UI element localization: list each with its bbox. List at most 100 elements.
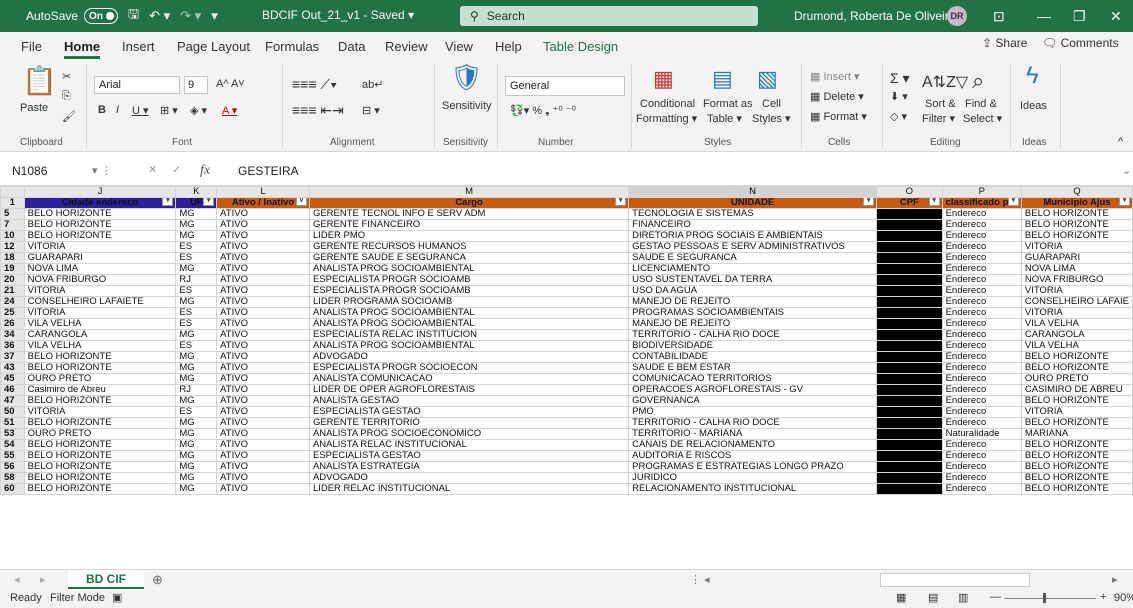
- border-icon[interactable]: ⊞ ▾: [160, 104, 178, 117]
- table-cell[interactable]: GUARAPARI: [23, 252, 177, 264]
- table-cell[interactable]: Endereco: [941, 318, 1022, 330]
- undo-icon[interactable]: ↶ ▾: [149, 8, 170, 24]
- table-cell[interactable]: MG: [175, 483, 218, 495]
- table-cell[interactable]: LIDER DE OPER AGROFLORESTAIS: [308, 384, 630, 396]
- table-cell[interactable]: VILA VELHA: [23, 340, 177, 352]
- row-number[interactable]: 55: [0, 450, 25, 462]
- table-cell[interactable]: ATIVO: [216, 351, 310, 363]
- table-cell[interactable]: FINANCEIRO: [628, 219, 878, 231]
- table-cell[interactable]: ANALISTA RELAC INSTITUCIONAL: [308, 439, 630, 451]
- redo-icon[interactable]: ↷ ▾: [180, 8, 201, 24]
- ideas-button[interactable]: Ideas: [1020, 100, 1047, 112]
- table-cell[interactable]: RELACIONAMENTO INSTITUCIONAL: [628, 483, 878, 495]
- table-cell[interactable]: ESPECIALISTA PROGR SOCIOAMB: [308, 274, 630, 286]
- table-label[interactable]: Table ▾: [707, 112, 742, 125]
- table-cell[interactable]: BELO HORIZONTE: [23, 450, 177, 462]
- avatar[interactable]: DR: [947, 6, 967, 26]
- search-box[interactable]: ⚲ Search: [460, 6, 758, 26]
- table-cell[interactable]: [876, 285, 943, 297]
- wrap-text-icon[interactable]: ab↵: [362, 78, 383, 91]
- table-cell[interactable]: ATIVO: [216, 296, 310, 308]
- row-number[interactable]: 47: [0, 395, 25, 407]
- row-number[interactable]: 50: [0, 406, 25, 418]
- cut-icon[interactable]: ✂: [62, 70, 71, 83]
- table-cell[interactable]: BELO HORIZONTE: [1020, 362, 1133, 374]
- table-cell[interactable]: Endereco: [941, 373, 1022, 385]
- row-number[interactable]: 56: [0, 461, 25, 473]
- row-number[interactable]: 37: [0, 351, 25, 363]
- table-cell[interactable]: GERENTE RECURSOS HUMANOS: [308, 241, 630, 253]
- table-cell[interactable]: [876, 230, 943, 242]
- table-cell[interactable]: ESPECIALISTA RELAC INSTITUCION: [308, 329, 630, 341]
- currency-icon[interactable]: 💱▾ % ❟ ⁺⁰ ⁻⁰: [510, 104, 576, 118]
- table-cell[interactable]: Endereco: [941, 263, 1022, 275]
- table-cell[interactable]: MG: [175, 417, 218, 429]
- table-cell[interactable]: AUDITORIA E RISCOS: [628, 450, 878, 462]
- table-cell[interactable]: GESTAO PESSOAS E SERV ADMINISTRATIVOS: [628, 241, 878, 253]
- table-cell[interactable]: Endereco: [941, 395, 1022, 407]
- table-cell[interactable]: VILA VELHA: [1020, 318, 1133, 330]
- table-cell[interactable]: BELO HORIZONTE: [23, 483, 177, 495]
- collapse-ribbon-icon[interactable]: ^: [1118, 136, 1123, 148]
- table-cell[interactable]: ATIVO: [216, 428, 310, 440]
- table-cell[interactable]: ANALISTA PROG SOCIOAMBIENTAL: [308, 340, 630, 352]
- table-cell[interactable]: BELO HORIZONTE: [23, 395, 177, 407]
- find-label[interactable]: Find &: [965, 98, 997, 110]
- filter-dropdown-icon[interactable]: ▾: [1119, 198, 1130, 206]
- table-cell[interactable]: ATIVO: [216, 439, 310, 451]
- table-cell[interactable]: Endereco: [941, 219, 1022, 231]
- conditional-format-icon[interactable]: ▦: [653, 66, 674, 92]
- sensitivity-button[interactable]: Sensitivity: [442, 100, 492, 112]
- row-number[interactable]: 43: [0, 362, 25, 374]
- filter-label[interactable]: Filter ▾: [922, 112, 955, 125]
- table-cell[interactable]: VITORIA: [1020, 406, 1133, 418]
- table-cell[interactable]: LICENCIAMENTO: [628, 263, 878, 275]
- formatting-label[interactable]: Formatting ▾: [636, 112, 697, 125]
- table-cell[interactable]: BELO HORIZONTE: [1020, 219, 1133, 231]
- find-select-icon[interactable]: ⌕: [972, 68, 984, 94]
- table-cell[interactable]: Endereco: [941, 329, 1022, 341]
- table-cell[interactable]: BELO HORIZONTE: [23, 219, 177, 231]
- italic-icon[interactable]: I: [116, 104, 119, 116]
- zoom-slider[interactable]: [1004, 598, 1096, 599]
- table-cell[interactable]: CONSELHEIRO LAFAIETE: [23, 296, 177, 308]
- tab-home[interactable]: Home: [64, 39, 101, 59]
- tab-page-layout[interactable]: Page Layout: [177, 39, 250, 54]
- row-number[interactable]: 18: [0, 252, 25, 264]
- table-cell[interactable]: ANALISTA PROG SOCIOAMBIENTAL: [308, 307, 630, 319]
- table-cell[interactable]: ES: [175, 307, 218, 319]
- table-cell[interactable]: Endereco: [941, 307, 1022, 319]
- column-header-j[interactable]: J: [23, 186, 177, 198]
- table-cell[interactable]: VITORIA: [23, 406, 177, 418]
- prev-sheet-icon[interactable]: ◂: [14, 573, 20, 586]
- table-cell[interactable]: ESPECIALISTA PROGR SOCIOAMB: [308, 285, 630, 297]
- table-cell[interactable]: VILA VELHA: [1020, 340, 1133, 352]
- table-cell[interactable]: ES: [175, 252, 218, 264]
- table-cell[interactable]: JURIDICO: [628, 472, 878, 484]
- table-cell[interactable]: PMO: [628, 406, 878, 418]
- table-cell[interactable]: MG: [175, 329, 218, 341]
- table-cell[interactable]: BELO HORIZONTE: [1020, 395, 1133, 407]
- table-cell[interactable]: BELO HORIZONTE: [1020, 417, 1133, 429]
- table-cell[interactable]: MANEJO DE REJEITO: [628, 318, 878, 330]
- table-cell[interactable]: ATIVO: [216, 329, 310, 341]
- table-cell[interactable]: OURO PRETO: [23, 428, 177, 440]
- table-cell[interactable]: [876, 384, 943, 396]
- table-cell[interactable]: Endereco: [941, 241, 1022, 253]
- table-cell[interactable]: Endereco: [941, 472, 1022, 484]
- save-icon[interactable]: 🖫: [128, 5, 139, 27]
- table-cell[interactable]: BELO HORIZONTE: [23, 230, 177, 242]
- customize-icon[interactable]: ▾: [211, 8, 218, 24]
- table-cell[interactable]: LIDER PROGRAMA SOCIOAMB: [308, 296, 630, 308]
- macro-record-icon[interactable]: ▣: [112, 591, 122, 604]
- table-cell[interactable]: BELO HORIZONTE: [23, 461, 177, 473]
- font-name-select[interactable]: Arial: [94, 76, 180, 94]
- table-cell[interactable]: VITORIA: [1020, 241, 1133, 253]
- table-cell[interactable]: ANALISTA ESTRATEGIA: [308, 461, 630, 473]
- table-cell[interactable]: Endereco: [941, 296, 1022, 308]
- table-cell[interactable]: ATIVO: [216, 384, 310, 396]
- table-cell[interactable]: BELO HORIZONTE: [23, 208, 177, 220]
- table-cell[interactable]: [876, 296, 943, 308]
- row-number[interactable]: 1: [0, 197, 25, 209]
- table-cell[interactable]: [876, 395, 943, 407]
